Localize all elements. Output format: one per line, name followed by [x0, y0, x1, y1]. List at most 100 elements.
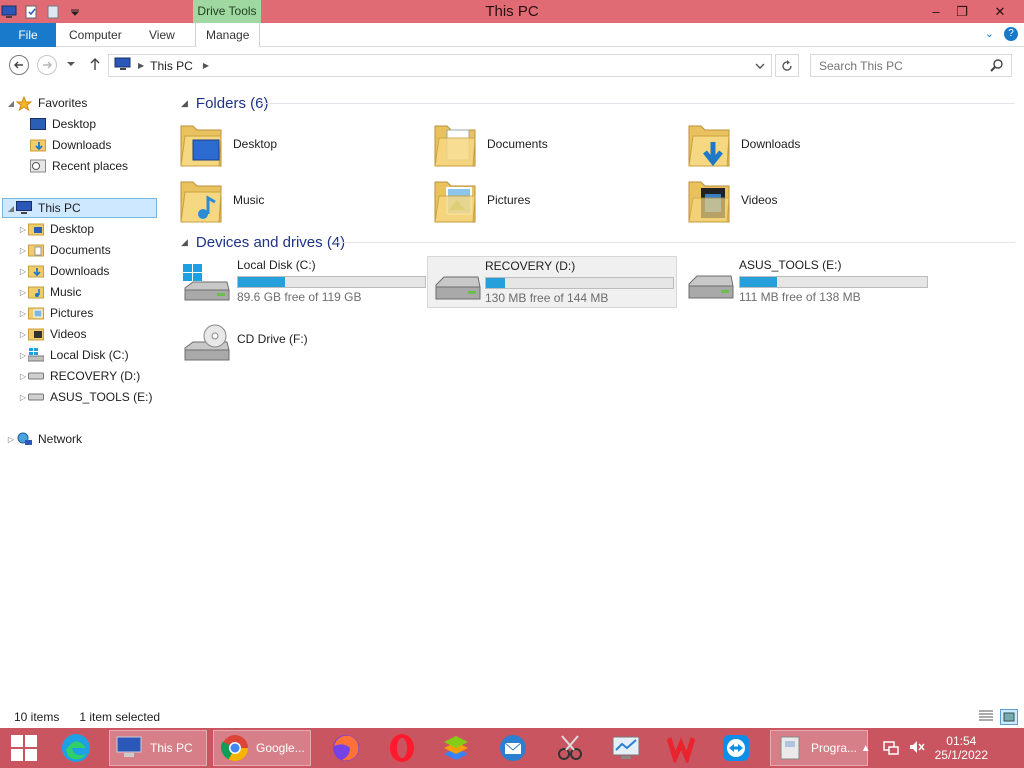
- taskbar-this-pc[interactable]: This PC: [109, 730, 207, 766]
- expand-icon[interactable]: ▷: [18, 288, 28, 297]
- new-folder-icon[interactable]: [44, 3, 62, 21]
- customize-toolbar-icon[interactable]: [66, 3, 84, 21]
- expand-icon[interactable]: ▷: [6, 435, 16, 444]
- nav-this-pc-music[interactable]: ▷ Music: [18, 282, 176, 302]
- taskbar-snipping-tool[interactable]: [554, 730, 586, 766]
- taskbar-wps-office[interactable]: [665, 730, 697, 766]
- tab-manage[interactable]: Manage: [195, 23, 261, 47]
- expand-icon[interactable]: ▷: [18, 372, 28, 381]
- nav-this-pc-desktop[interactable]: ▷ Desktop: [18, 219, 176, 239]
- this-pc-icon: [114, 57, 132, 74]
- programs-window-icon: [780, 736, 800, 760]
- nav-this-pc-pictures[interactable]: ▷ Pictures: [18, 303, 176, 323]
- nav-favorites-desktop[interactable]: Desktop: [20, 114, 178, 134]
- folder-pictures[interactable]: Pictures: [433, 174, 530, 226]
- nav-favorites[interactable]: ◢ Favorites: [6, 93, 164, 113]
- devices-group-header[interactable]: ◢ Devices and drives (4): [181, 231, 345, 253]
- nav-this-pc-recovery-d[interactable]: ▷ RECOVERY (D:): [18, 366, 176, 386]
- tab-computer[interactable]: Computer: [69, 23, 122, 47]
- expand-icon[interactable]: ▷: [18, 309, 28, 318]
- tab-file[interactable]: File: [0, 23, 56, 47]
- taskbar-google-chrome[interactable]: Google...: [213, 730, 311, 766]
- scissors-icon: [558, 735, 582, 760]
- forward-button[interactable]: [37, 55, 57, 75]
- drive-local-disk-c[interactable]: Local Disk (C:) 89.6 GB free of 119 GB: [171, 256, 426, 308]
- tab-view[interactable]: View: [149, 23, 175, 47]
- taskbar-programs[interactable]: Progra...: [770, 730, 868, 766]
- large-icons-view-icon[interactable]: [1000, 709, 1018, 725]
- nav-network[interactable]: ▷ Network: [6, 429, 164, 449]
- network-status-icon[interactable]: [882, 739, 899, 758]
- nav-this-pc[interactable]: ◢ This PC: [2, 198, 157, 218]
- folder-label: Documents: [487, 137, 548, 151]
- collapse-icon[interactable]: ◢: [6, 204, 16, 213]
- drive-cd-f[interactable]: CD Drive (F:): [171, 316, 421, 368]
- expand-icon[interactable]: ▷: [18, 267, 28, 276]
- drive-icon: [688, 275, 734, 299]
- taskbar-opera[interactable]: [386, 730, 418, 766]
- expand-ribbon-icon[interactable]: ⌄: [985, 27, 994, 41]
- nav-this-pc-downloads[interactable]: ▷ Downloads: [18, 261, 176, 281]
- taskbar-app-label: Google...: [256, 741, 305, 755]
- search-box[interactable]: [810, 54, 1012, 77]
- nav-this-pc-documents[interactable]: ▷ Documents: [18, 240, 176, 260]
- address-dropdown-icon[interactable]: [755, 60, 765, 74]
- status-bar: 10 items 1 item selected: [0, 706, 1024, 728]
- collapse-group-icon[interactable]: ◢: [181, 237, 188, 248]
- drive-asus-tools-e[interactable]: ASUS_TOOLS (E:) 111 MB free of 138 MB: [681, 256, 931, 308]
- breadcrumb-chevron-icon[interactable]: ▶: [203, 61, 209, 70]
- this-pc-window-icon[interactable]: [0, 3, 18, 21]
- taskbar-monitor-app[interactable]: [610, 730, 642, 766]
- refresh-icon: [782, 59, 792, 71]
- drive-recovery-d[interactable]: RECOVERY (D:) 130 MB free of 144 MB: [427, 256, 677, 308]
- collapse-icon[interactable]: ◢: [6, 99, 16, 108]
- folders-group-header[interactable]: ◢ Folders (6): [181, 92, 268, 114]
- drive-tools-contextual-tab[interactable]: Drive Tools: [193, 0, 261, 23]
- help-icon[interactable]: ?: [1004, 27, 1018, 41]
- details-view-icon[interactable]: [978, 709, 994, 726]
- taskbar-firefox[interactable]: [330, 730, 362, 766]
- expand-icon[interactable]: ▷: [18, 330, 28, 339]
- taskbar-bluestacks[interactable]: [440, 730, 472, 766]
- back-button[interactable]: [9, 55, 29, 75]
- nav-this-pc-videos[interactable]: ▷ Videos: [18, 324, 176, 344]
- nav-favorites-recent-places[interactable]: Recent places: [20, 156, 178, 176]
- expand-icon[interactable]: ▷: [18, 246, 28, 255]
- nav-this-pc-local-disk-c[interactable]: ▷ Local Disk (C:): [18, 345, 176, 365]
- collapse-group-icon[interactable]: ◢: [181, 98, 188, 109]
- refresh-button[interactable]: [775, 54, 799, 77]
- folder-music[interactable]: Music: [179, 174, 264, 226]
- folder-downloads[interactable]: Downloads: [687, 118, 800, 170]
- nav-favorites-downloads[interactable]: Downloads: [20, 135, 178, 155]
- address-bar[interactable]: ▶ This PC ▶: [108, 54, 772, 77]
- expand-icon[interactable]: ▷: [18, 351, 28, 360]
- wps-office-icon: [666, 737, 696, 764]
- folder-videos[interactable]: Videos: [687, 174, 777, 226]
- star-icon: [16, 95, 32, 111]
- drive-usage-bar: [485, 277, 674, 289]
- drive-usage-bar: [739, 276, 928, 288]
- volume-muted-icon[interactable]: [909, 739, 925, 758]
- breadcrumb-this-pc[interactable]: This PC: [150, 59, 193, 73]
- taskbar-mail[interactable]: [497, 730, 529, 766]
- show-hidden-icons-icon[interactable]: ▲: [861, 743, 871, 754]
- properties-icon[interactable]: [22, 3, 40, 21]
- expand-icon[interactable]: ▷: [18, 225, 28, 234]
- search-input[interactable]: [819, 58, 989, 73]
- start-button[interactable]: [6, 734, 42, 762]
- folder-documents[interactable]: Documents: [433, 118, 548, 170]
- folder-desktop[interactable]: Desktop: [179, 118, 277, 170]
- restore-button[interactable]: ❐: [947, 0, 977, 23]
- taskbar-teamviewer[interactable]: [720, 730, 752, 766]
- search-icon[interactable]: [990, 59, 1003, 75]
- nav-this-pc-asus-tools-e[interactable]: ▷ ASUS_TOOLS (E:): [18, 387, 176, 407]
- system-tray: ▲ 01:54 25/1/2022: [861, 728, 1024, 768]
- clock[interactable]: 01:54 25/1/2022: [935, 734, 988, 762]
- drive-usage-fill: [486, 278, 505, 288]
- expand-icon[interactable]: ▷: [18, 393, 28, 402]
- close-button[interactable]: ✕: [985, 0, 1015, 23]
- breadcrumb-chevron-icon[interactable]: ▶: [138, 61, 144, 70]
- taskbar-edge[interactable]: [60, 730, 92, 766]
- up-button[interactable]: [88, 57, 102, 74]
- recent-locations-icon[interactable]: [66, 58, 76, 72]
